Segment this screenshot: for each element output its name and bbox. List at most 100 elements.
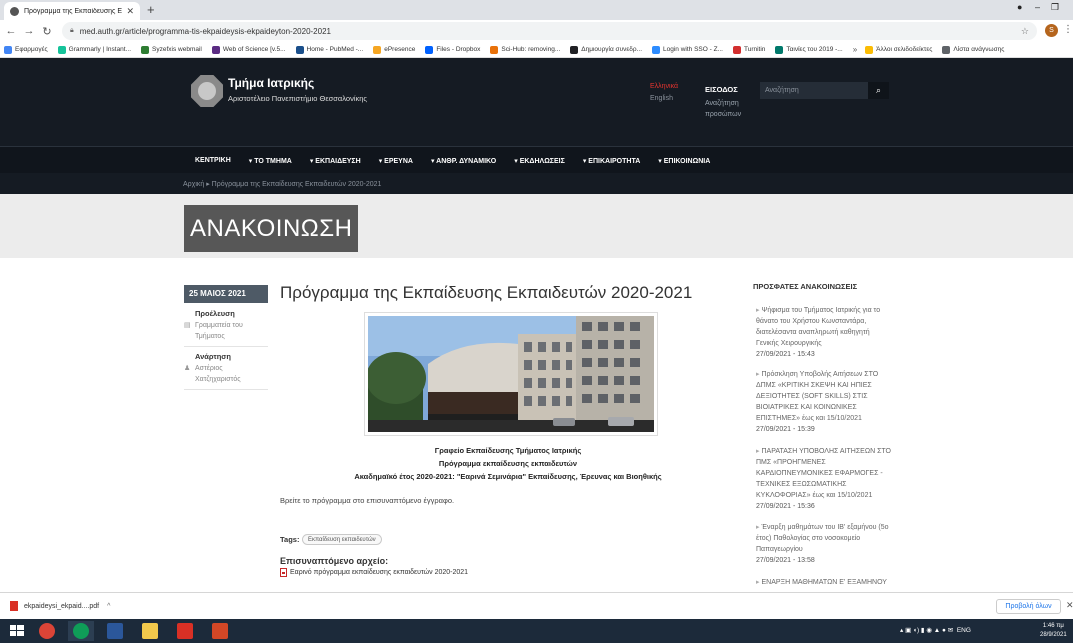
profile-avatar[interactable]: S — [1045, 24, 1058, 37]
bookmark-favicon-icon — [295, 45, 304, 54]
chrome-taskbar-icon[interactable] — [34, 621, 60, 641]
back-arrow-icon[interactable]: ← — [4, 25, 18, 37]
acrobat-taskbar-icon[interactable] — [172, 621, 198, 641]
file-explorer-icon[interactable] — [137, 621, 163, 641]
nav-item[interactable]: ▾ ΕΠΙΚΟΙΝΩΝΙΑ — [658, 157, 710, 165]
building-illustration — [368, 316, 654, 432]
lang-greek-link[interactable]: Ελληνικά — [650, 83, 678, 90]
breadcrumb[interactable]: Αρχική ▸ Πρόγραμμα της Εκπαίδευσης Εκπαι… — [183, 180, 381, 188]
announcement-item[interactable]: Έναρξη μαθημάτων του ΙΒ' εξαμήνου (5ο έτ… — [753, 522, 893, 564]
bookmark-item[interactable]: Login with SSO - Z... — [652, 45, 723, 54]
show-all-downloads-button[interactable]: Προβολή όλων — [996, 599, 1061, 614]
input-language[interactable]: ENG — [957, 627, 971, 634]
nav-item[interactable]: ▾ ΑΝΘΡ. ΔΥΝΑΜΙΚΟ — [431, 157, 496, 165]
browser-tab[interactable]: Πρόγραμμα της Εκπαίδευσης Εκ ✕ — [4, 2, 140, 20]
building-photo[interactable] — [364, 312, 658, 436]
bookmark-item[interactable]: Εφαρμογές — [4, 45, 48, 54]
record-icon[interactable]: ● — [1017, 2, 1022, 12]
system-clock[interactable]: 1:46 πμ 28/9/2021 — [1040, 622, 1067, 640]
download-item[interactable]: ekpaideysi_ekpaid....pdf ^ — [10, 601, 110, 611]
browser-toolbar: ← → ↻ 🔒︎ med.auth.gr/article/programma-t… — [0, 20, 1073, 42]
announcement-date: 27/09/2021 - 15:39 — [756, 426, 815, 433]
bookmark-label: Δημιουργία συνεδρ... — [581, 46, 642, 53]
powerpoint-taskbar-icon[interactable] — [207, 621, 233, 641]
bookmark-item[interactable]: Web of Science [v.5... — [211, 45, 286, 54]
attachment-link[interactable]: Εαρινό πρόγραμμα εκπαίδευσης εκπαιδευτών… — [280, 568, 468, 577]
chevron-up-icon[interactable]: ^ — [107, 603, 110, 610]
clock-date: 28/9/2021 — [1040, 632, 1067, 638]
bookmark-favicon-icon — [775, 45, 784, 54]
attachment-heading: Επισυναπτόμενο αρχείο: — [280, 556, 389, 566]
bookmark-label: Λίστα ανάγνωσης — [953, 46, 1005, 53]
close-download-bar-icon[interactable]: ✕ — [1066, 600, 1073, 611]
bookmark-item[interactable]: Files - Dropbox — [425, 45, 481, 54]
address-bar[interactable]: 🔒︎ med.auth.gr/article/programma-tis-ekp… — [62, 22, 1037, 40]
bookmark-item[interactable]: Άλλοι σελιδοδείκτες — [865, 45, 932, 54]
tab-title: Πρόγραμμα της Εκπαίδευσης Εκ — [24, 7, 123, 15]
bookmark-item[interactable]: Turnitin — [732, 45, 765, 54]
announcement-item[interactable]: ΠΑΡΑΤΑΣΗ ΥΠΟΒΟΛΗΣ ΑΙΤΗΣΕΩΝ ΣΤΟ ΠΜΣ «ΠΡΟΗ… — [753, 446, 893, 510]
lock-icon: 🔒︎ — [70, 27, 74, 34]
announcement-item[interactable]: ΕΝΑΡΞΗ ΜΑΘΗΜΑΤΩΝ Ε' ΕΞΑΜΗΝΟΥ — [753, 577, 893, 588]
article-title: Πρόγραμμα της Εκπαίδευσης Εκπαιδευτών 20… — [280, 283, 693, 302]
announcement-title[interactable]: ΕΝΑΡΞΗ ΜΑΘΗΜΑΤΩΝ Ε' ΕΞΑΜΗΝΟΥ — [756, 577, 893, 588]
user-icon: ♟ — [184, 365, 191, 372]
bookmark-label: ePresence — [384, 46, 416, 53]
nav-item[interactable]: ▾ ΤΟ ΤΜΗΜΑ — [249, 157, 292, 165]
bookmark-star-icon[interactable]: ☆ — [1021, 26, 1029, 37]
bookmark-favicon-icon — [4, 45, 12, 54]
announcement-title[interactable]: Έναρξη μαθημάτων του ΙΒ' εξαμήνου (5ο έτ… — [756, 522, 893, 555]
bookmark-item[interactable]: ePresence — [373, 45, 416, 54]
bookmark-favicon-icon — [141, 45, 150, 54]
minimize-icon[interactable]: – — [1035, 2, 1040, 12]
forward-arrow-icon[interactable]: → — [22, 25, 36, 37]
announcement-item[interactable]: Πρόσκληση Υποβολής Αιτήσεων ΣΤΟ ΔΠΜΣ «ΚΡ… — [753, 369, 893, 433]
system-tray[interactable]: ▴ ▣ ◖) ▮ ◉ ▲ ● ✉ ENG — [900, 626, 971, 634]
search-icon[interactable]: ⌕ — [868, 82, 889, 99]
bookmark-label: Files - Dropbox — [436, 46, 481, 53]
bookmark-item[interactable]: Δημιουργία συνεδρ... — [570, 45, 642, 54]
bookmark-label: Login with SSO - Z... — [663, 46, 723, 53]
bookmark-label: Εφαρμογές — [15, 46, 48, 53]
bookmark-item[interactable]: Home - PubMed -... — [295, 45, 363, 54]
bookmark-item[interactable]: Syzefxis webmail — [141, 45, 202, 54]
people-search-link[interactable]: Αναζήτηση προσώπων — [705, 98, 753, 120]
browser-menu-icon[interactable]: ⋮ — [1063, 24, 1073, 35]
site-search-input[interactable]: Αναζήτηση — [760, 82, 868, 99]
windows-taskbar: ▴ ▣ ◖) ▮ ◉ ▲ ● ✉ ENG 1:46 πμ 28/9/2021 — [0, 619, 1073, 643]
announcement-item[interactable]: Ψήφισμα του Τμήματος Ιατρικής για το θάν… — [753, 305, 893, 358]
author-meta: ♟ Ανάρτηση Αστέριος Χατζηχαριστός — [184, 352, 268, 390]
tags-label: Tags: — [280, 535, 300, 544]
nav-item[interactable]: ΚΕΝΤΡΙΚΗ — [195, 157, 231, 164]
bookmark-item[interactable]: Λίστα ανάγνωσης — [942, 45, 1005, 54]
word-taskbar-icon[interactable] — [102, 621, 128, 641]
nav-item[interactable]: ▾ ΕΡΕΥΝΑ — [379, 157, 413, 165]
new-tab-button[interactable]: + — [147, 3, 155, 17]
announcement-date: 27/09/2021 - 13:58 — [756, 557, 815, 564]
maximize-icon[interactable]: ❐ — [1051, 2, 1059, 13]
windows-start-icon[interactable] — [4, 621, 30, 641]
login-link[interactable]: ΕΙΣΟΔΟΣ — [705, 85, 738, 94]
announcement-date: 27/09/2021 - 15:36 — [756, 503, 815, 510]
chrome-active-taskbar-icon[interactable] — [68, 621, 94, 641]
bookmark-favicon-icon — [942, 45, 951, 54]
bookmark-item[interactable]: Ταινίες του 2019 -... — [775, 45, 843, 54]
bookmark-item[interactable]: Grammarly | Instant... — [57, 45, 131, 54]
announcement-title[interactable]: Πρόσκληση Υποβολής Αιτήσεων ΣΤΟ ΔΠΜΣ «ΚΡ… — [756, 369, 893, 424]
bookmark-item[interactable]: Sci-Hub: removing... — [490, 45, 560, 54]
tag-link[interactable]: Εκπαίδευση εκπαιδευτών — [302, 534, 382, 545]
announcement-title[interactable]: Ψήφισμα του Τμήματος Ιατρικής για το θάν… — [756, 305, 893, 349]
main-navigation: ΚΕΝΤΡΙΚΗ ▾ ΤΟ ΤΜΗΜΑ ▾ ΕΚΠΑΙΔΕΥΣΗ ▾ ΕΡΕΥΝΑ ▾ … — [0, 146, 1073, 173]
clock-time: 1:46 πμ — [1042, 623, 1064, 629]
origin-meta: ▤ Προέλευση Γραμματεία του Τμήματος — [184, 309, 268, 347]
site-title[interactable]: Τμήμα Ιατρικής — [228, 76, 314, 90]
nav-item[interactable]: ▾ ΕΚΔΗΛΩΣΕΙΣ — [514, 157, 565, 165]
nav-item[interactable]: ▾ ΕΠΙΚΑΙΡΟΤΗΤΑ — [583, 157, 640, 165]
university-seal-logo[interactable] — [191, 75, 223, 107]
nav-item[interactable]: ▾ ΕΚΠΑΙΔΕΥΣΗ — [310, 157, 361, 165]
reload-icon[interactable]: ↻ — [40, 25, 54, 38]
lang-english-link[interactable]: English — [650, 95, 673, 102]
close-tab-icon[interactable]: ✕ — [126, 6, 134, 17]
more-bookmarks-chevron-icon[interactable]: » — [853, 45, 857, 54]
announcement-title[interactable]: ΠΑΡΑΤΑΣΗ ΥΠΟΒΟΛΗΣ ΑΙΤΗΣΕΩΝ ΣΤΟ ΠΜΣ «ΠΡΟΗ… — [756, 446, 893, 501]
